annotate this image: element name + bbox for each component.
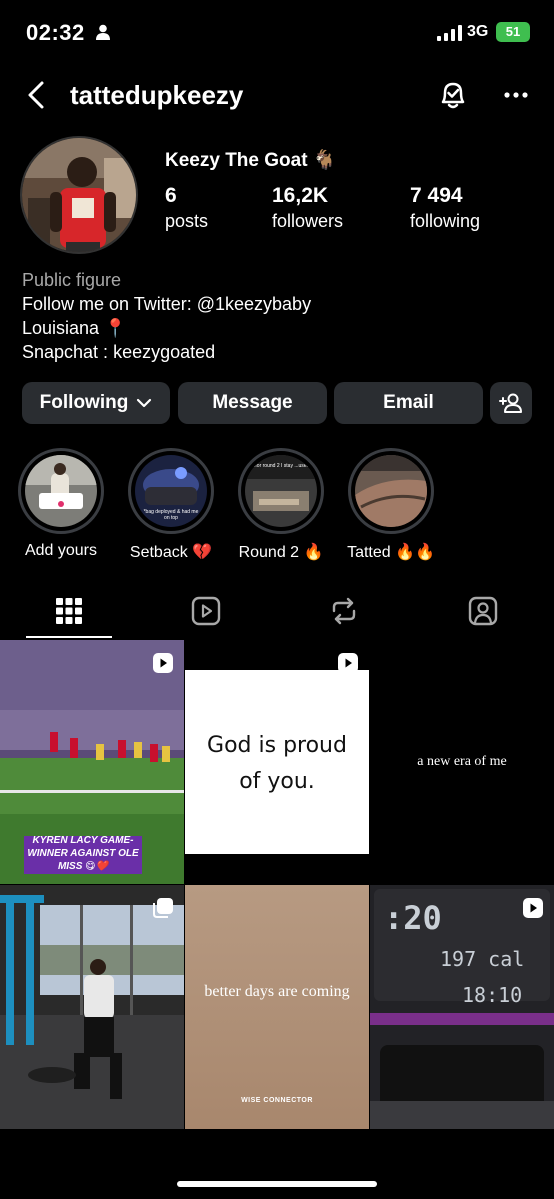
following-button-label: Following xyxy=(39,392,129,413)
post-caption: better days are coming xyxy=(204,983,350,1000)
highlight-label: Tatted 🔥🔥 xyxy=(347,544,435,561)
post-caption: KYREN LACY GAME-WINNER AGAINST OLE MISS … xyxy=(27,835,139,872)
bio-line: Louisiana 📍 xyxy=(22,318,127,338)
story-highlight[interactable]: Tatted 🔥🔥 xyxy=(347,448,435,562)
message-button-label: Message xyxy=(212,392,293,413)
highlight-cover: ..for round 2 I stay ...used xyxy=(245,455,317,527)
post-image xyxy=(0,885,184,1129)
active-tab-indicator xyxy=(26,636,112,638)
profile-username: tattedupkeezy xyxy=(70,80,244,110)
following-count-value: 7 494 xyxy=(410,184,463,207)
add-person-icon xyxy=(499,393,522,413)
tab-reels[interactable] xyxy=(163,584,249,638)
post-thumbnail[interactable]: God is proud of you. xyxy=(185,640,369,884)
following-button[interactable]: Following xyxy=(22,382,170,424)
highlight-label: Round 2 🔥 xyxy=(238,544,324,561)
highlight-ring xyxy=(18,448,104,534)
post-caption: God is proud of you. xyxy=(207,733,347,794)
profile-category: Public figure xyxy=(22,270,122,290)
highlight-cover: *bag deployed & had me on top xyxy=(135,455,207,527)
following-count[interactable]: 7 494 following xyxy=(410,184,480,232)
story-highlight[interactable]: ..for round 2 I stay ...used Round 2 🔥 xyxy=(238,448,324,562)
chevron-left-icon[interactable] xyxy=(22,80,52,110)
grid-icon xyxy=(56,598,82,624)
avatar[interactable] xyxy=(20,136,138,254)
posts-count-label: posts xyxy=(165,211,209,231)
post-thumbnail[interactable]: better days are coming WISE CONNECTOR xyxy=(185,885,369,1129)
add-person-button[interactable] xyxy=(490,382,532,424)
post-thumbnail[interactable]: :20 197 cal 18:10 xyxy=(370,885,554,1129)
tab-grid[interactable] xyxy=(26,584,112,638)
highlight-caption: *bag deployed & had me on top xyxy=(143,509,199,521)
followers-count-label: followers xyxy=(272,211,344,231)
profile-tabs xyxy=(0,584,554,640)
post-thumbnail[interactable]: a new era of me xyxy=(370,640,554,884)
home-indicator[interactable] xyxy=(177,1181,377,1187)
reel-icon xyxy=(153,653,173,673)
post-thumbnail[interactable] xyxy=(0,885,184,1129)
bio-line: Follow me on Twitter: @1keezybaby xyxy=(22,294,312,314)
highlight-ring xyxy=(348,448,434,534)
bio-line: Snapchat : keezygoated xyxy=(22,342,216,362)
highlight-ring: *bag deployed & had me on top xyxy=(128,448,214,534)
email-button[interactable]: Email xyxy=(334,382,483,424)
post-thumbnail[interactable]: KYREN LACY GAME-WINNER AGAINST OLE MISS … xyxy=(0,640,184,884)
posts-count-value: 6 xyxy=(165,184,177,207)
story-highlight[interactable]: *bag deployed & had me on top Setback 💔 xyxy=(128,448,214,562)
carousel-icon xyxy=(153,898,173,918)
highlight-cover xyxy=(25,455,97,527)
reel-icon xyxy=(338,653,358,673)
followers-count-value: 16,2K xyxy=(272,184,329,207)
screen-text: :20 xyxy=(384,899,442,937)
repost-icon xyxy=(332,597,356,625)
chevron-down-icon xyxy=(137,398,152,408)
person-icon xyxy=(96,24,110,40)
tab-reposts[interactable] xyxy=(301,584,387,638)
more-horizontal-icon[interactable] xyxy=(501,82,531,108)
highlight-label: Setback 💔 xyxy=(129,544,213,561)
message-button[interactable]: Message xyxy=(178,382,327,424)
tab-tagged[interactable] xyxy=(440,584,526,638)
signal-icon xyxy=(437,25,462,41)
bell-check-icon[interactable] xyxy=(437,78,469,112)
status-bar: 02:32 3G 51 xyxy=(0,0,554,62)
tagged-icon xyxy=(468,596,498,626)
followers-count[interactable]: 16,2K followers xyxy=(272,184,343,232)
profile-header: tattedupkeezy xyxy=(0,70,554,120)
status-time: 02:32 xyxy=(26,20,85,45)
email-button-label: Email xyxy=(383,392,434,413)
screen-text: 18:10 xyxy=(462,983,523,1007)
profile-bio: Public figure Follow me on Twitter: @1ke… xyxy=(22,268,311,364)
post-caption: a new era of me xyxy=(417,754,507,769)
reels-icon xyxy=(191,596,221,626)
following-count-label: following xyxy=(410,211,481,231)
highlight-cover xyxy=(355,455,427,527)
posts-count[interactable]: 6 posts xyxy=(165,184,208,232)
battery-indicator: 51 xyxy=(496,22,530,42)
highlight-ring: ..for round 2 I stay ...used xyxy=(238,448,324,534)
avatar-image xyxy=(22,138,136,252)
screen-text: 197 cal xyxy=(440,947,525,971)
highlight-caption: ..for round 2 I stay ...used xyxy=(252,463,310,469)
reel-icon xyxy=(523,898,543,918)
network-type: 3G xyxy=(467,23,489,40)
highlight-label: Add yours xyxy=(24,542,98,559)
story-highlight[interactable]: Add yours xyxy=(18,448,104,560)
post-credit: WISE CONNECTOR xyxy=(241,1097,313,1104)
display-name: Keezy The Goat 🐐 xyxy=(165,150,337,171)
